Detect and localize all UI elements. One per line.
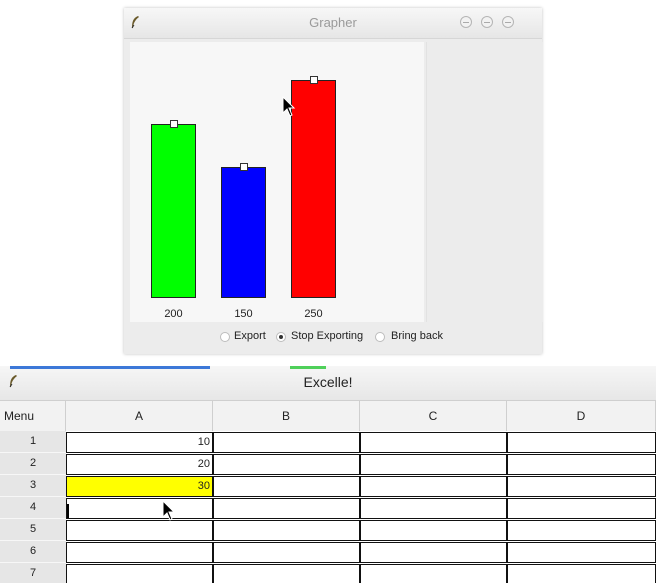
bar-resize-handle[interactable] — [239, 163, 248, 171]
bring-back-radio-label: Bring back — [391, 330, 443, 342]
export-radio[interactable] — [220, 332, 230, 342]
cell-a7[interactable] — [66, 564, 213, 583]
cell-a1[interactable]: 10 — [66, 432, 213, 453]
column-header-b[interactable]: B — [213, 401, 360, 431]
export-radio-label: Export — [234, 330, 266, 342]
cell-a5[interactable] — [66, 520, 213, 541]
bar-value-label: 200 — [164, 308, 183, 320]
stop-exporting-radio-label: Stop Exporting — [291, 330, 364, 342]
row-header-6[interactable]: 6 — [0, 541, 66, 563]
close-button[interactable] — [502, 16, 514, 28]
cell-a4[interactable] — [66, 498, 213, 519]
cell-b7[interactable] — [213, 564, 360, 583]
grapher-titlebar[interactable]: Grapher — [124, 8, 542, 39]
bring-back-radio[interactable] — [375, 332, 385, 342]
cell-b5[interactable] — [213, 520, 360, 541]
bar-200[interactable] — [151, 124, 196, 298]
grapher-side-panel — [426, 42, 543, 322]
window-edge-strip — [10, 366, 210, 369]
minimize-button[interactable] — [460, 16, 472, 28]
bar-resize-handle[interactable] — [309, 76, 318, 84]
cell-b3[interactable] — [213, 476, 360, 497]
excelle-title: Excelle! — [303, 374, 353, 390]
cell-c4[interactable] — [360, 498, 507, 519]
cell-c5[interactable] — [360, 520, 507, 541]
bar-value-label: 250 — [304, 308, 323, 320]
cell-b2[interactable] — [213, 454, 360, 475]
cell-c2[interactable] — [360, 454, 507, 475]
cell-c3[interactable] — [360, 476, 507, 497]
mouse-pointer-icon — [282, 96, 296, 117]
bar-150[interactable] — [221, 167, 266, 298]
stop-exporting-radio[interactable] — [276, 332, 286, 342]
cell-c6[interactable] — [360, 542, 507, 563]
row-header-1[interactable]: 1 — [0, 431, 66, 453]
menu-button[interactable]: Menu — [0, 401, 66, 431]
cell-d2[interactable] — [507, 454, 656, 475]
export-options: Export Stop Exporting Bring back — [124, 330, 542, 348]
cell-c7[interactable] — [360, 564, 507, 583]
cell-d6[interactable] — [507, 542, 656, 563]
cell-d4[interactable] — [507, 498, 656, 519]
cell-b6[interactable] — [213, 542, 360, 563]
column-header-d[interactable]: D — [507, 401, 656, 431]
text-caret — [67, 504, 69, 518]
excelle-window: Excelle! Menu ABCD 1 10 2 20 3 30 4 5 6 7 — [0, 366, 656, 583]
cell-d5[interactable] — [507, 520, 656, 541]
cell-d1[interactable] — [507, 432, 656, 453]
mouse-pointer-icon — [162, 500, 176, 521]
row-header-5[interactable]: 5 — [0, 519, 66, 541]
cell-a6[interactable] — [66, 542, 213, 563]
cell-d3[interactable] — [507, 476, 656, 497]
column-header-a[interactable]: A — [66, 401, 213, 431]
grapher-title: Grapher — [309, 15, 357, 30]
row-header-2[interactable]: 2 — [0, 453, 66, 475]
bar-resize-handle[interactable] — [169, 120, 178, 128]
excelle-titlebar[interactable]: Excelle! — [0, 366, 656, 401]
row-header-4[interactable]: 4 — [0, 497, 66, 519]
cell-d7[interactable] — [507, 564, 656, 583]
cell-b1[interactable] — [213, 432, 360, 453]
maximize-button[interactable] — [481, 16, 493, 28]
column-header-c[interactable]: C — [360, 401, 507, 431]
bar-250[interactable] — [291, 80, 336, 298]
cell-c1[interactable] — [360, 432, 507, 453]
grapher-window: Grapher Export Stop Exporting Bring back… — [124, 8, 543, 354]
cell-b4[interactable] — [213, 498, 360, 519]
cell-a3[interactable]: 30 — [66, 476, 213, 497]
row-header-7[interactable]: 7 — [0, 563, 66, 583]
window-edge-strip — [290, 366, 326, 369]
row-header-3[interactable]: 3 — [0, 475, 66, 497]
bar-value-label: 150 — [234, 308, 253, 320]
cell-a2[interactable]: 20 — [66, 454, 213, 475]
